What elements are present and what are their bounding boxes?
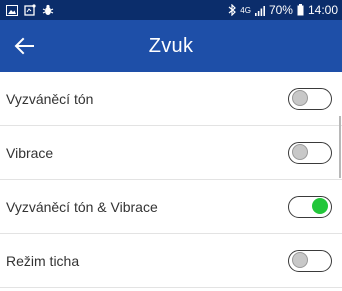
arrow-left-icon bbox=[14, 37, 34, 55]
app-bar: Zvuk bbox=[0, 20, 342, 72]
ringtone-toggle[interactable] bbox=[288, 87, 332, 110]
setting-row-silent-mode[interactable]: Režim ticha bbox=[0, 234, 342, 288]
silent-mode-toggle[interactable] bbox=[288, 249, 332, 272]
setting-row-vibration[interactable]: Vibrace bbox=[0, 126, 342, 180]
network-type: 4G bbox=[240, 5, 251, 15]
battery-icon bbox=[297, 4, 304, 16]
setting-row-ringtone[interactable]: Vyzváněcí tón bbox=[0, 72, 342, 126]
back-button[interactable] bbox=[10, 34, 38, 58]
status-bar-left bbox=[6, 4, 54, 16]
battery-percent: 70% bbox=[268, 3, 293, 17]
clock: 14:00 bbox=[307, 3, 338, 17]
toggle-knob bbox=[292, 90, 308, 106]
status-bar-right: 4G 70% 14:00 bbox=[228, 3, 338, 17]
setting-row-ringtone-and-vibration[interactable]: Vyzváněcí tón & Vibrace bbox=[0, 180, 342, 234]
toggle-knob bbox=[312, 198, 328, 214]
ringtone-and-vibration-toggle[interactable] bbox=[288, 195, 332, 218]
bug-icon bbox=[42, 4, 54, 16]
toggle-knob bbox=[292, 252, 308, 268]
sound-settings-list: Vyzváněcí tón Vibrace Vyzváněcí tón & Vi… bbox=[0, 72, 342, 288]
signal-icon bbox=[254, 5, 265, 16]
setting-label: Vyzváněcí tón bbox=[6, 90, 94, 107]
setting-label: Vyzváněcí tón & Vibrace bbox=[6, 198, 158, 215]
setting-label: Režim ticha bbox=[6, 252, 80, 269]
bluetooth-icon bbox=[228, 4, 237, 16]
vibration-toggle[interactable] bbox=[288, 141, 332, 164]
scrollbar[interactable] bbox=[339, 116, 341, 178]
setting-label: Vibrace bbox=[6, 144, 54, 161]
page-title: Zvuk bbox=[148, 34, 194, 57]
app-notification-icon bbox=[24, 4, 36, 16]
image-icon bbox=[6, 4, 18, 16]
status-bar: 4G 70% 14:00 bbox=[0, 0, 342, 20]
toggle-knob bbox=[292, 144, 308, 160]
